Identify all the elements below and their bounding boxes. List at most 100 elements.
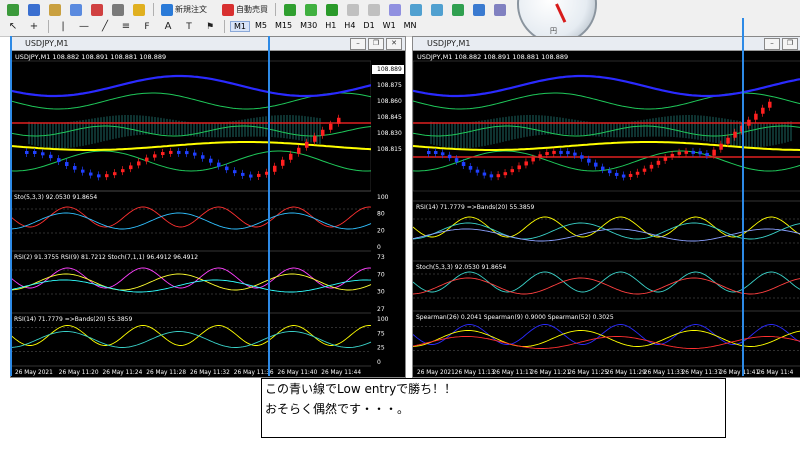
candle-body xyxy=(153,154,157,158)
timeframe-d1[interactable]: D1 xyxy=(360,21,377,32)
candle-chart-button[interactable] xyxy=(302,2,320,18)
autoscroll-button[interactable] xyxy=(407,2,425,18)
candle-body xyxy=(698,151,702,155)
time-tick: 26 May 11:17 xyxy=(493,370,533,376)
indicators-button[interactable] xyxy=(449,2,467,18)
candle-body xyxy=(105,174,109,178)
auto-trading-button[interactable]: 自動売買 xyxy=(220,2,270,18)
close-button[interactable]: ✕ xyxy=(386,38,402,50)
fibonacci-button[interactable]: F xyxy=(138,19,156,35)
candle-body xyxy=(649,164,654,169)
candle-body xyxy=(177,150,181,154)
auto-trading-icon xyxy=(222,3,234,16)
time-tick: 26 May 11:37 xyxy=(682,370,722,376)
cursor-button[interactable]: ↖ xyxy=(4,19,22,35)
tester-button[interactable] xyxy=(109,2,127,18)
indicator-tick: 30 xyxy=(377,289,385,296)
separator xyxy=(153,3,154,16)
candle-body xyxy=(321,129,325,136)
indicator-tick: 0 xyxy=(377,359,381,366)
templates-button[interactable] xyxy=(491,2,509,18)
timeframe-m1[interactable]: M1 xyxy=(230,21,250,32)
time-tick: 26 May 2021 xyxy=(15,370,53,376)
candle-body xyxy=(768,101,772,108)
arrow-button[interactable]: ⚑ xyxy=(201,19,219,35)
indicator-label: Stoch(5,3,3) 92.0530 91.8654 xyxy=(416,264,507,271)
candle-body xyxy=(545,152,549,156)
window-titlebar[interactable]: USDJPY,M1 – ❐ ✕ xyxy=(11,37,405,51)
candle-body xyxy=(642,168,647,172)
timeframe-h4[interactable]: H4 xyxy=(341,21,358,32)
candle-body xyxy=(233,170,237,174)
candle-body xyxy=(761,107,765,114)
crosshair-button[interactable]: + xyxy=(25,19,43,35)
candle-body xyxy=(25,151,29,154)
new-chart-button[interactable] xyxy=(4,2,22,18)
zoom-out-button[interactable] xyxy=(365,2,383,18)
label-button[interactable]: T xyxy=(180,19,198,35)
window-icon xyxy=(49,3,61,16)
terminal-button[interactable] xyxy=(88,2,106,18)
indicator-tick: 27 xyxy=(377,306,385,313)
bar-chart-button[interactable] xyxy=(281,2,299,18)
candle-body xyxy=(503,172,508,176)
tile-button[interactable] xyxy=(386,2,404,18)
timeframe-m15[interactable]: M15 xyxy=(272,21,295,32)
restore-button[interactable]: ❐ xyxy=(782,38,798,50)
timeframe-m5[interactable]: M5 xyxy=(252,21,270,32)
data-window-button[interactable] xyxy=(67,2,85,18)
text-button[interactable]: A xyxy=(159,19,177,35)
candle-body xyxy=(273,165,277,172)
timeframe-h1[interactable]: H1 xyxy=(322,21,339,32)
horizontal-line-button[interactable]: — xyxy=(75,19,93,35)
timeframe-mn[interactable]: MN xyxy=(401,21,420,32)
zoom-in-icon xyxy=(347,3,359,16)
indicator-tick: 73 xyxy=(377,254,385,261)
minimize-button[interactable]: – xyxy=(350,38,366,50)
candle-body xyxy=(496,174,501,178)
price-tick: 108.889 xyxy=(377,66,402,73)
candle-body xyxy=(97,174,101,178)
time-tick: 26 May 11:24 xyxy=(103,370,143,376)
restore-button[interactable]: ❐ xyxy=(368,38,384,50)
candle-body xyxy=(193,152,197,156)
candle-body xyxy=(257,173,261,177)
clock-icon xyxy=(473,3,485,16)
candle-body xyxy=(475,169,480,173)
indicator-label: RSI(14) 71.7779 =>Bands(20) 55.3859 xyxy=(416,204,534,211)
time-tick: 26 May 11:4 xyxy=(757,370,793,376)
shift-button[interactable] xyxy=(428,2,446,18)
candle-body xyxy=(719,143,723,150)
trendline-button[interactable]: ╱ xyxy=(96,19,114,35)
candle-body xyxy=(145,157,149,162)
zoom-button[interactable] xyxy=(130,2,148,18)
needle-icon xyxy=(555,3,567,23)
chart-window-left[interactable]: USDJPY,M1 – ❐ ✕ USDJPY,M1 108.882 108.89… xyxy=(10,36,406,378)
line-chart-button[interactable] xyxy=(323,2,341,18)
new-order-button[interactable]: 新規注文 xyxy=(159,2,209,18)
zoom-in-button[interactable] xyxy=(344,2,362,18)
candle-body xyxy=(81,169,85,173)
candle-icon xyxy=(305,3,317,16)
candle-body xyxy=(607,170,612,174)
vertical-line-button[interactable]: | xyxy=(54,19,72,35)
candle-body xyxy=(670,153,675,158)
time-tick: 26 May 11:13 xyxy=(455,370,495,376)
timeframe-m30[interactable]: M30 xyxy=(297,21,320,32)
candle-body xyxy=(510,169,515,173)
market-watch-button[interactable] xyxy=(46,2,64,18)
channel-button[interactable]: ≡ xyxy=(117,19,135,35)
periods-button[interactable] xyxy=(470,2,488,18)
bollinger-band-lower xyxy=(11,150,372,172)
candle-body xyxy=(454,158,459,163)
minimize-button[interactable]: – xyxy=(764,38,780,50)
separator xyxy=(275,3,276,16)
price-tick: 108.845 xyxy=(377,114,402,121)
autoscroll-icon xyxy=(410,3,422,16)
timeframe-w1[interactable]: W1 xyxy=(380,21,399,32)
toolbar-row-top: 新規注文 自動売買 xyxy=(0,1,509,18)
order-icon xyxy=(161,3,173,16)
profiles-button[interactable] xyxy=(25,2,43,18)
time-tick: 26 May 11:40 xyxy=(278,370,318,376)
chart-canvas-left[interactable]: USDJPY,M1 108.882 108.891 108.881 108.88… xyxy=(11,51,405,377)
